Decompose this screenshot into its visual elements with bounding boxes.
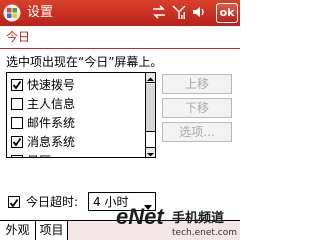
signal-icon[interactable] [172,4,186,23]
list-scrollbar[interactable] [145,73,155,157]
windows-flag-icon[interactable] [3,4,21,22]
tab-appearance[interactable]: 外观 [0,221,36,240]
list-item[interactable]: 邮件系统 [7,113,145,132]
item-checkbox[interactable] [11,135,23,148]
title-bar: 设置 ok [0,0,240,26]
checkmark-icon [12,137,22,146]
checkmark-icon [9,198,19,208]
item-checkbox[interactable] [11,154,23,157]
scrollbar-thumb[interactable] [146,84,155,132]
scroll-up-arrow-icon[interactable] [146,73,155,83]
watermark-logo-text: eNet [116,204,165,229]
move-down-button[interactable]: 下移 [162,98,232,118]
move-up-button[interactable]: 上移 [162,74,232,94]
watermark-channel-text: 手机频道 [172,210,224,226]
list-item-label: 消息系统 [27,134,76,149]
item-checkbox[interactable] [11,78,23,91]
list-item-label: 主人信息 [27,96,76,111]
settings-screen: 设置 ok 今日 选中项出现在“今日”屏幕上。 快速拨号 主人信息 邮件系统 消… [0,0,240,240]
ok-button[interactable]: ok [216,3,238,23]
list-item[interactable]: 日历 [7,151,145,158]
list-item[interactable]: 快速拨号 [7,75,145,94]
item-checkbox[interactable] [11,97,23,110]
options-button[interactable]: 选项... [162,122,232,142]
item-checkbox[interactable] [11,116,23,129]
volume-icon[interactable] [192,5,206,22]
today-items-list[interactable]: 快速拨号 主人信息 邮件系统 消息系统 日历 [6,72,156,158]
instruction-text: 选中项出现在“今日”屏幕上。 [6,55,163,69]
sync-arrows-icon[interactable] [152,4,166,22]
tab-items[interactable]: 项目 [36,221,68,240]
status-icons [152,3,206,23]
list-item-label: 邮件系统 [27,115,76,130]
page-title: 今日 [6,30,31,44]
list-item-label: 日历 [27,154,51,158]
timeout-label: 今日超时: [26,195,79,209]
window-title: 设置 [27,5,54,20]
list-item-label: 快速拨号 [27,77,76,92]
list-item[interactable]: 消息系统 [7,132,145,151]
header-divider [0,48,240,49]
timeout-checkbox[interactable] [8,196,20,208]
list-item[interactable]: 主人信息 [7,94,145,113]
scroll-down-arrow-icon[interactable] [146,147,155,157]
checkmark-icon [12,80,22,89]
watermark-domain-text: tech.enet.com.cn [172,228,238,238]
enet-watermark-logo: eNet 手机频道 tech.enet.com.cn [112,202,240,240]
